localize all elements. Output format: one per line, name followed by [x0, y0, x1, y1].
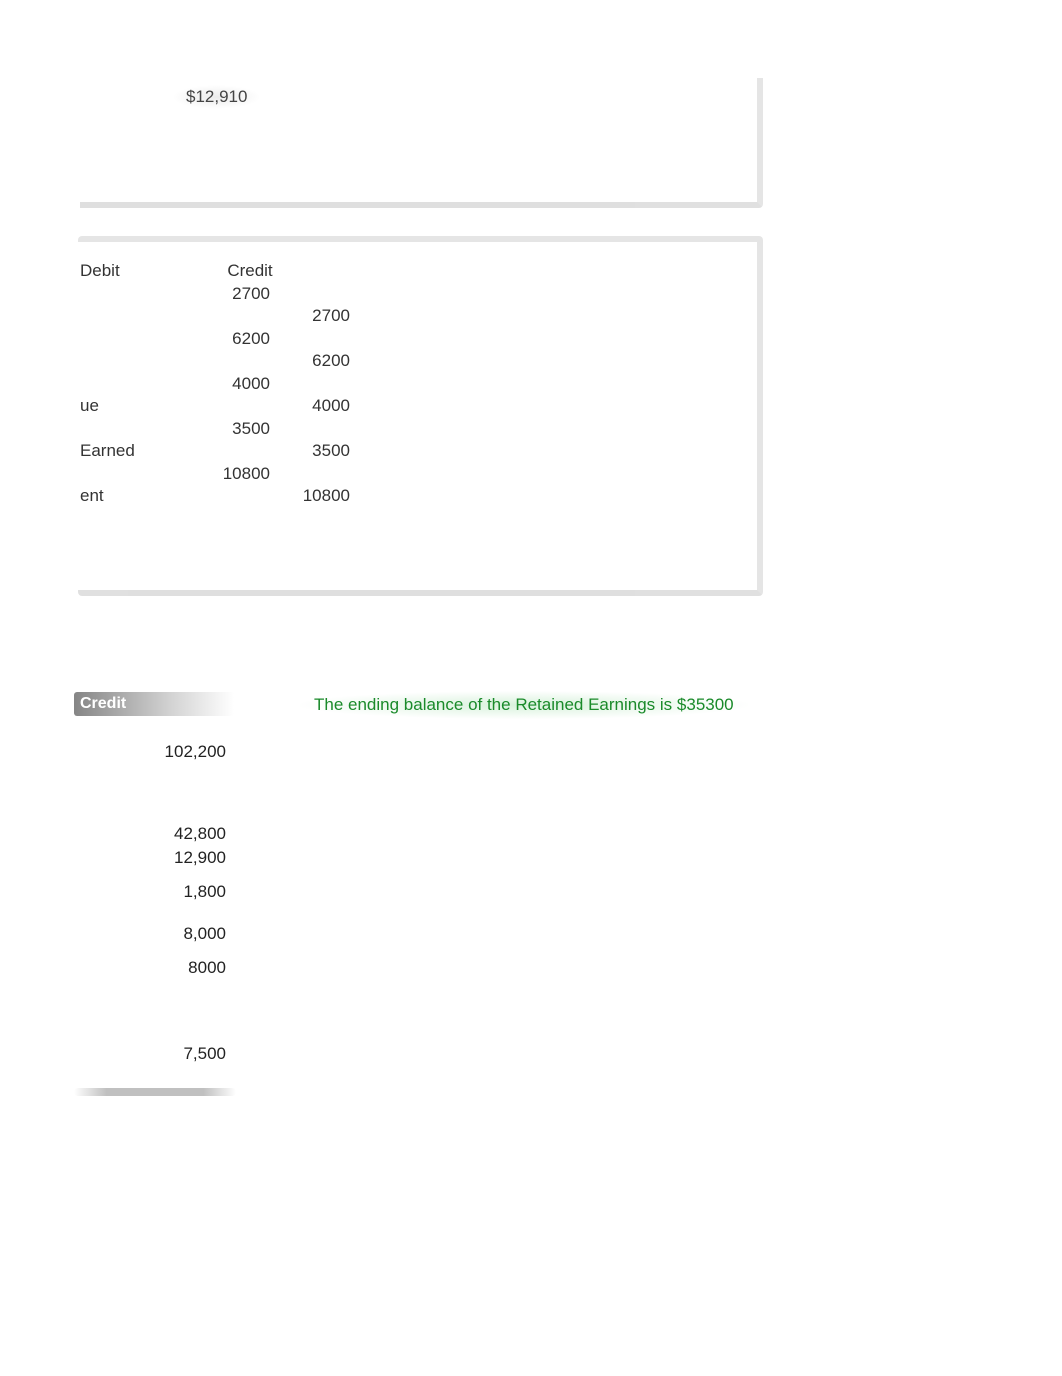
journal-row-debit: 6200 — [190, 329, 270, 349]
journal-row-credit: 10800 — [270, 486, 350, 506]
credit-column-header: Credit — [74, 692, 234, 716]
credit-value: 102,200 — [74, 740, 226, 764]
credit-values-column: 102,200 42,80012,900 1,800 8,000 8000 7,500 — [74, 740, 226, 1066]
journal-row: 3500 — [70, 418, 350, 441]
journal-row: 2700 — [70, 305, 350, 328]
journal-header-debit: Debit — [70, 261, 130, 281]
credit-value: 1,800 — [74, 880, 226, 904]
journal-row: 10800 — [70, 463, 350, 486]
journal-row: Earned 3500 — [70, 440, 350, 463]
bottom-divider — [74, 1088, 236, 1096]
journal-row-credit: 3500 — [270, 441, 350, 461]
journal-row-label: ent — [70, 486, 190, 506]
journal-header-row: Debit Credit — [70, 260, 350, 283]
journal-row-label: ue — [70, 396, 190, 416]
journal-row-label: Earned — [70, 441, 190, 461]
journal-row: 2700 — [70, 283, 350, 306]
credit-value: 12,900 — [74, 846, 226, 870]
journal-entries-table: Debit Credit 27002700620062004000ue40003… — [70, 260, 350, 508]
journal-row-debit: 4000 — [190, 374, 270, 394]
journal-header-credit: Credit — [210, 261, 290, 281]
credit-value: 8,000 — [74, 922, 226, 946]
journal-row-credit: 6200 — [270, 351, 350, 371]
top-amount: $12,910 — [172, 85, 261, 109]
journal-row-credit: 4000 — [270, 396, 350, 416]
journal-row-debit: 10800 — [190, 464, 270, 484]
journal-row: 6200 — [70, 350, 350, 373]
journal-row-debit: 3500 — [190, 419, 270, 439]
journal-row: ent 10800 — [70, 485, 350, 508]
credit-value: 42,800 — [74, 822, 226, 846]
journal-row-debit: 2700 — [190, 284, 270, 304]
journal-row: 6200 — [70, 328, 350, 351]
ending-balance-note: The ending balance of the Retained Earni… — [300, 691, 748, 719]
credit-value: 7,500 — [74, 1042, 226, 1066]
journal-row: ue 4000 — [70, 395, 350, 418]
journal-row-credit: 2700 — [270, 306, 350, 326]
journal-row: 4000 — [70, 373, 350, 396]
credit-value: 8000 — [74, 956, 226, 980]
